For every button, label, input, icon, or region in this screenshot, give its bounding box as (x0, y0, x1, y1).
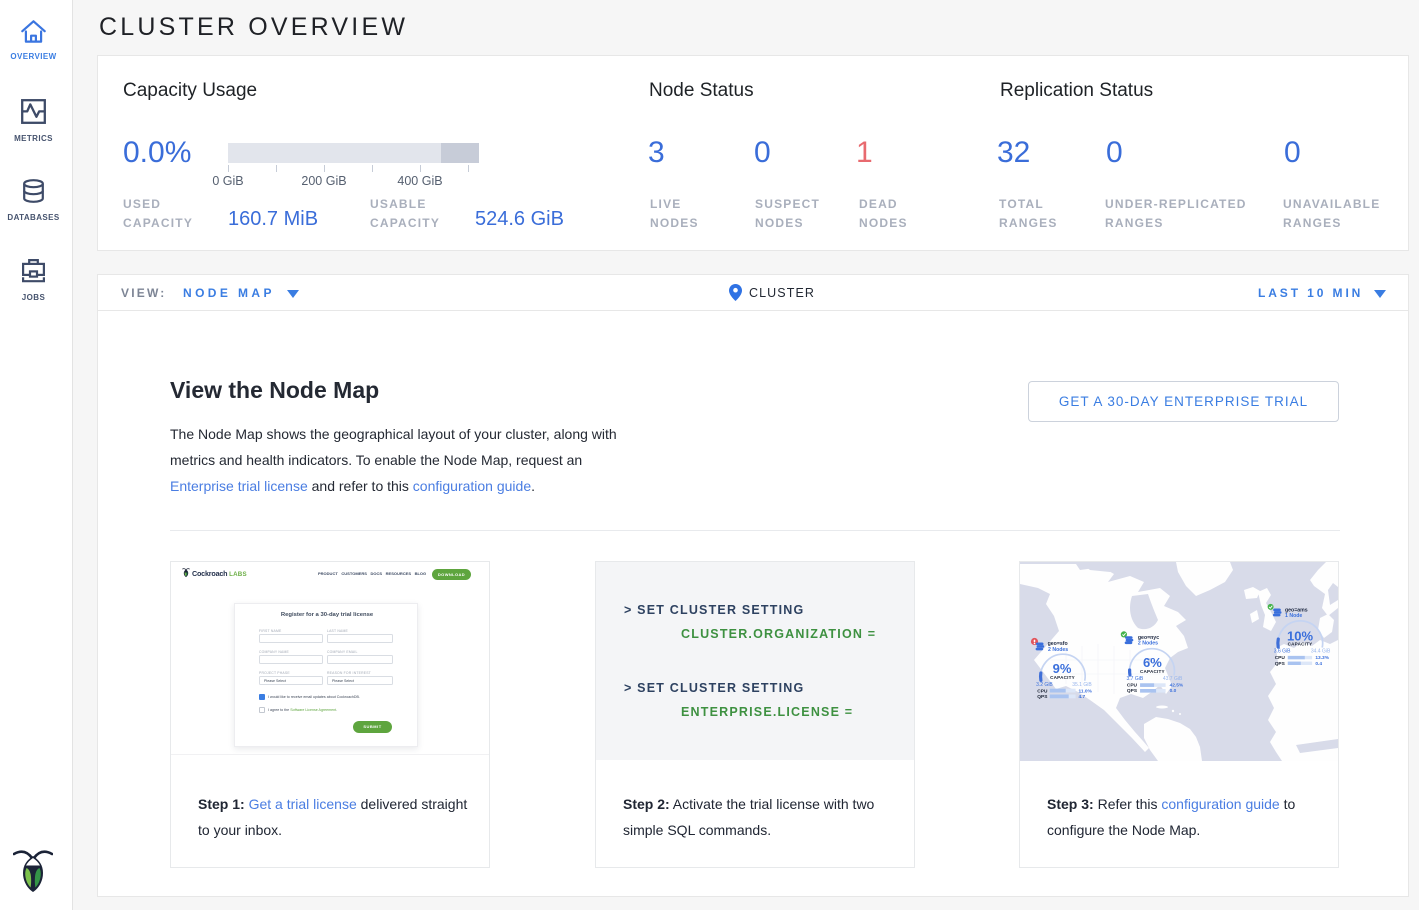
svg-text:43.7 GiB: 43.7 GiB (1163, 676, 1183, 682)
svg-text:CAPACITY: CAPACITY (1288, 642, 1313, 647)
svg-text:42.5%: 42.5% (1170, 683, 1184, 689)
svg-text:QPS: QPS (1275, 661, 1286, 667)
svg-text:0.4: 0.4 (1315, 661, 1322, 667)
svg-text:3.6 GiB: 3.6 GiB (1274, 649, 1291, 655)
svg-text:2 Nodes: 2 Nodes (1048, 647, 1068, 653)
svg-text:4.7: 4.7 (1079, 694, 1086, 700)
svg-text:9%: 9% (1053, 661, 1072, 676)
svg-text:11.0%: 11.0% (1079, 688, 1093, 694)
svg-text:1 Node: 1 Node (1285, 613, 1302, 619)
svg-text:0.0: 0.0 (1170, 688, 1177, 694)
svg-text:3.7 GiB: 3.7 GiB (1127, 676, 1144, 682)
svg-text:35.1 GiB: 35.1 GiB (1072, 682, 1092, 688)
svg-text:34.4 GiB: 34.4 GiB (1311, 649, 1331, 655)
svg-text:CPU: CPU (1275, 655, 1286, 661)
svg-text:CPU: CPU (1037, 688, 1048, 694)
svg-text:CAPACITY: CAPACITY (1050, 675, 1075, 680)
svg-text:3.2 GiB: 3.2 GiB (1036, 682, 1053, 688)
svg-text:2 Nodes: 2 Nodes (1138, 640, 1158, 646)
svg-text:CAPACITY: CAPACITY (1140, 669, 1165, 674)
svg-text:13.3%: 13.3% (1315, 655, 1329, 661)
svg-text:QPS: QPS (1037, 694, 1048, 700)
svg-text:QPS: QPS (1127, 688, 1138, 694)
svg-text:CPU: CPU (1127, 683, 1138, 689)
